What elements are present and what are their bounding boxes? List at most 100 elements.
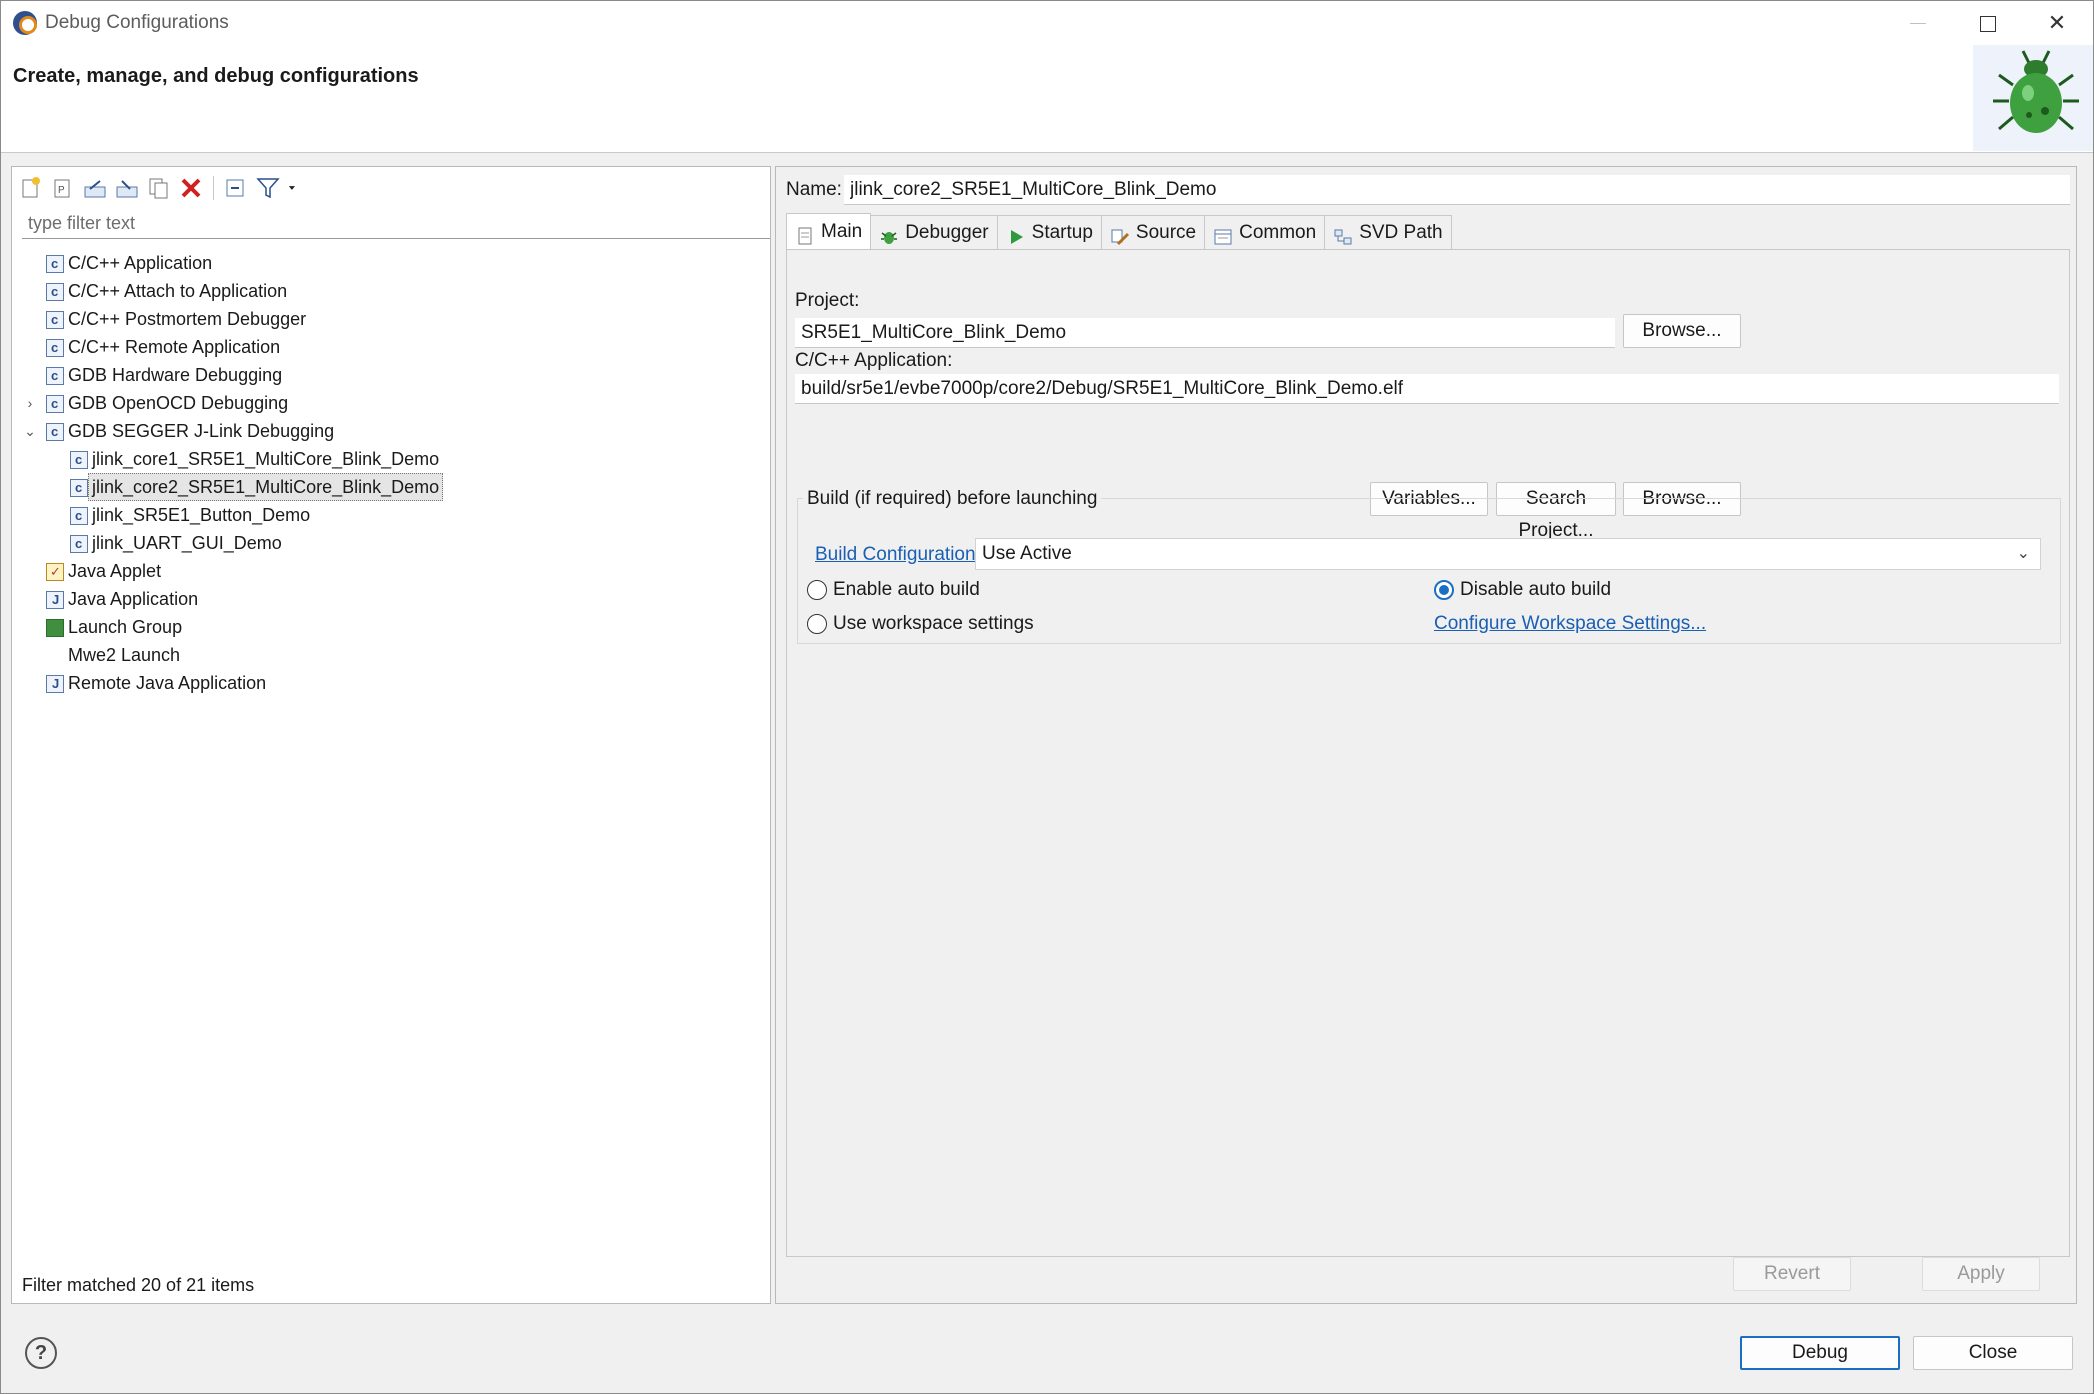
filter-icon[interactable]: [255, 175, 281, 201]
tree-item-label: C/C++ Postmortem Debugger: [68, 309, 307, 329]
tab-label: Startup: [1031, 222, 1093, 243]
startup-tab-icon: [1006, 224, 1026, 244]
svd-tab-icon: [1333, 224, 1353, 245]
tree-item[interactable]: ⌄ GDB SEGGER J-Link Debugging: [22, 417, 762, 446]
tree-item-label: Mwe2 Launch: [68, 645, 181, 665]
tree-item[interactable]: C/C++ Attach to Application: [22, 277, 762, 306]
tree-item-label: jlink_core2_SR5E1_MultiCore_Blink_Demo: [88, 473, 444, 501]
tree-item[interactable]: jlink_core1_SR5E1_MultiCore_Blink_Demo: [22, 445, 762, 474]
debug-button[interactable]: Debug: [1740, 1336, 1900, 1370]
tree-item[interactable]: C/C++ Remote Application: [22, 333, 762, 362]
tree-item[interactable]: jlink_SR5E1_Button_Demo: [22, 501, 762, 530]
configuration-editor-pane: Name: Main Debugger Startup Source Common SVD…: [775, 166, 2077, 1304]
chevron-down-icon: ⌄: [2016, 545, 2030, 562]
tab-main[interactable]: Main: [786, 213, 872, 249]
tree-item-label: jlink_UART_GUI_Demo: [92, 533, 282, 553]
delete-icon[interactable]: [178, 175, 204, 201]
c-config-icon: [46, 306, 64, 334]
close-button[interactable]: Close: [1913, 1336, 2073, 1370]
expand-chevron-right-icon[interactable]: ›: [22, 389, 38, 417]
view-menu-chevron-down-icon[interactable]: [287, 175, 303, 201]
tree-item[interactable]: C/C++ Application: [22, 249, 762, 278]
tab-label: Common: [1239, 222, 1317, 243]
project-field[interactable]: [795, 318, 1615, 348]
name-label: Name:: [786, 179, 842, 200]
tree-item[interactable]: Mwe2 Launch: [22, 641, 762, 669]
configuration-tree: C/C++ Application C/C++ Attach to Applica…: [22, 249, 762, 698]
banner-heading: Create, manage, and debug configurations: [13, 65, 419, 87]
tree-item[interactable]: Launch Group: [22, 613, 762, 641]
tree-item-label: C/C++ Remote Application: [68, 337, 281, 357]
title-bar: Debug Configurations ✕: [1, 1, 2093, 45]
enable-auto-build-radio[interactable]: [807, 580, 827, 600]
name-field[interactable]: [844, 175, 2070, 205]
c-config-icon: [46, 250, 64, 278]
expand-chevron-down-icon[interactable]: ⌄: [22, 417, 38, 445]
collapse-all-icon[interactable]: [223, 175, 249, 201]
toolbar-separator: [213, 176, 214, 200]
tree-item-label: Remote Java Application: [68, 673, 267, 693]
tree-item[interactable]: jlink_core2_SR5E1_MultiCore_Blink_Demo: [22, 473, 762, 502]
close-window-button[interactable]: ✕: [2026, 1, 2088, 45]
tree-item-label: jlink_SR5E1_Button_Demo: [92, 505, 311, 525]
help-icon[interactable]: ?: [25, 1337, 57, 1369]
none: [46, 647, 64, 665]
tab-debugger[interactable]: Debugger: [870, 215, 998, 249]
tree-item[interactable]: Remote Java Application: [22, 669, 762, 698]
tree-item[interactable]: › GDB OpenOCD Debugging: [22, 389, 762, 418]
maximize-button[interactable]: [1956, 1, 2018, 45]
c-config-icon: [46, 278, 64, 306]
bug-icon: [1973, 45, 2093, 151]
apply-button[interactable]: Apply: [1922, 1257, 2040, 1291]
configuration-tree-pane: P C/C++ Application C/C++ Attach to Appli…: [11, 166, 771, 1304]
build-configuration-link[interactable]: Build Configuration:: [815, 544, 981, 566]
tab-common[interactable]: Common: [1204, 215, 1326, 249]
tree-item[interactable]: GDB Hardware Debugging: [22, 361, 762, 390]
remote-java-icon: [46, 670, 64, 698]
tree-item-label: GDB Hardware Debugging: [68, 365, 283, 385]
tab-source[interactable]: Source: [1100, 215, 1206, 249]
c-config-icon: [70, 446, 88, 474]
c-config-icon: [70, 502, 88, 530]
tree-item-label: Launch Group: [68, 617, 183, 637]
source-tab-icon: [1110, 224, 1130, 246]
tree-item[interactable]: jlink_UART_GUI_Demo: [22, 529, 762, 558]
tree-toolbar: P: [18, 171, 303, 205]
use-workspace-settings-radio[interactable]: [807, 614, 827, 634]
tab-startup[interactable]: Startup: [996, 215, 1102, 249]
export-icon[interactable]: [82, 175, 108, 201]
tree-item-label: jlink_core1_SR5E1_MultiCore_Blink_Demo: [92, 449, 440, 469]
tab-label: Main: [821, 221, 863, 242]
svg-text:P: P: [58, 185, 65, 196]
build-configuration-select[interactable]: Use Active ⌄: [975, 538, 2041, 570]
tab-label: Debugger: [905, 222, 989, 243]
tree-item-label: GDB OpenOCD Debugging: [68, 393, 289, 413]
disable-auto-build-radio[interactable]: [1434, 580, 1454, 600]
java-app-icon: [46, 586, 64, 614]
debug-configurations-window: Debug Configurations ✕ Create, manage, a…: [0, 0, 2094, 1394]
tree-item[interactable]: Java Application: [22, 585, 762, 614]
disable-auto-build-label: Disable auto build: [1460, 579, 1612, 600]
new-configuration-icon[interactable]: [18, 175, 44, 201]
build-group-title: Build (if required) before launching: [803, 488, 1102, 510]
browse-project-button[interactable]: Browse...: [1623, 314, 1741, 348]
tree-item[interactable]: C/C++ Postmortem Debugger: [22, 305, 762, 334]
c-config-icon: [46, 362, 64, 390]
filter-input[interactable]: [22, 209, 770, 239]
minimize-button[interactable]: [1886, 1, 1948, 45]
common-tab-icon: [1213, 224, 1233, 245]
application-field[interactable]: [795, 374, 2059, 404]
tab-label: SVD Path: [1359, 222, 1443, 243]
revert-button[interactable]: Revert: [1733, 1257, 1851, 1291]
build-configuration-value: Use Active: [982, 543, 1072, 564]
configure-workspace-settings-link[interactable]: Configure Workspace Settings...: [1434, 613, 1706, 635]
import-icon[interactable]: [114, 175, 140, 201]
new-prototype-icon[interactable]: P: [50, 175, 76, 201]
c-config-icon: [46, 334, 64, 362]
use-workspace-settings-label: Use workspace settings: [833, 613, 1034, 634]
tab-label: Source: [1135, 222, 1197, 243]
c-config-icon: [70, 474, 88, 502]
tab-svd-path[interactable]: SVD Path: [1324, 215, 1452, 249]
duplicate-icon[interactable]: [146, 175, 172, 201]
tree-item[interactable]: Java Applet: [22, 557, 762, 586]
